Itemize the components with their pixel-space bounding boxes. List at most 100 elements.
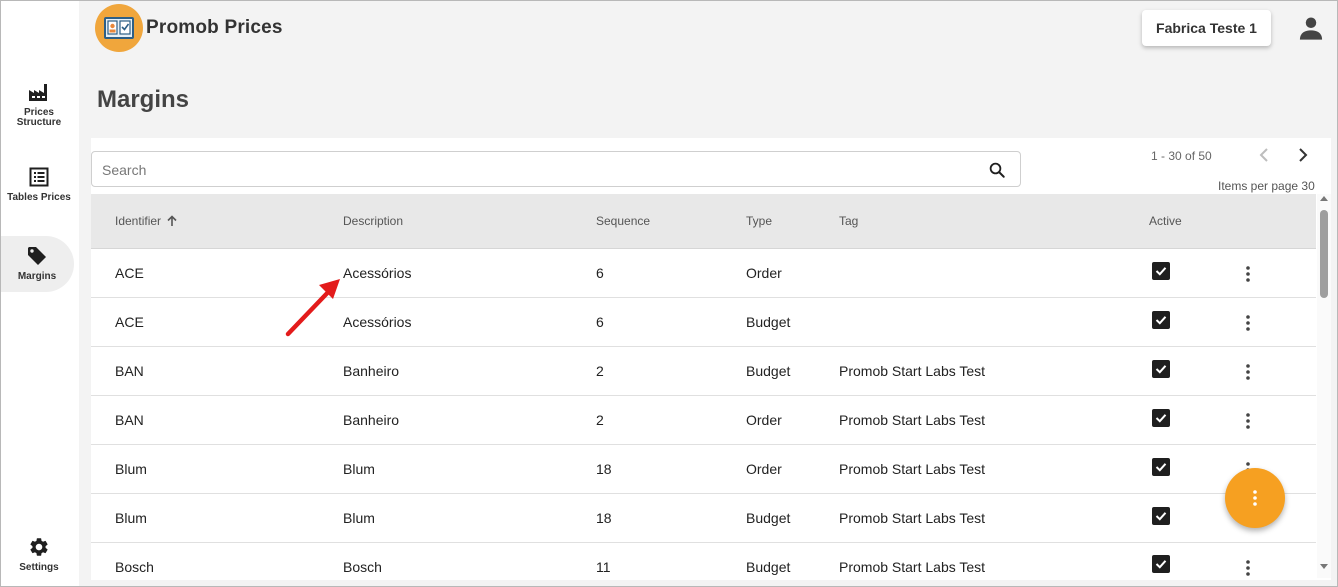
- sidebar-label-line2: Structure: [16, 117, 62, 128]
- previous-page-button[interactable]: [1253, 144, 1275, 166]
- items-per-page[interactable]: Items per page 30: [1218, 179, 1315, 193]
- active-checkbox[interactable]: [1152, 360, 1170, 378]
- cell-tag: Promob Start Labs Test: [839, 559, 986, 575]
- row-menu-button[interactable]: [1237, 410, 1259, 432]
- sidebar-item-prices-structure[interactable]: Prices Structure: [4, 80, 74, 128]
- sidebar: Prices Structure Tables Prices Margins S…: [0, 0, 79, 587]
- table-header: Identifier Description Sequence Type Tag…: [91, 194, 1316, 249]
- scrollbar-thumb[interactable]: [1320, 210, 1328, 298]
- sidebar-item-tables-prices[interactable]: Tables Prices: [4, 165, 74, 203]
- table-row[interactable]: BAN Banheiro 2 Budget Promob Start Labs …: [91, 347, 1316, 396]
- column-header-label: Identifier: [115, 214, 162, 228]
- cell-sequence: 11: [596, 559, 611, 575]
- cell-type: Order: [746, 461, 782, 477]
- cell-description: Bosch: [343, 559, 382, 575]
- more-vert-icon: [1253, 490, 1257, 506]
- cell-type: Budget: [746, 559, 791, 575]
- cell-identifier: Blum: [115, 461, 147, 477]
- column-header-identifier[interactable]: Identifier: [115, 214, 178, 228]
- sidebar-item-label: Tables Prices: [7, 192, 71, 203]
- more-vert-icon: [1246, 266, 1250, 282]
- cell-identifier: Blum: [115, 510, 147, 526]
- table-row[interactable]: BAN Banheiro 2 Order Promob Start Labs T…: [91, 396, 1316, 445]
- gear-icon: [27, 535, 51, 559]
- active-checkbox[interactable]: [1152, 409, 1170, 427]
- pagination-range: 1 - 30 of 50: [1151, 149, 1212, 163]
- items-per-page-label: Items per page: [1218, 179, 1299, 193]
- chevron-right-icon: [1299, 148, 1308, 162]
- active-checkbox[interactable]: [1152, 458, 1170, 476]
- active-checkbox[interactable]: [1152, 555, 1170, 573]
- cell-identifier: ACE: [115, 314, 144, 330]
- more-vert-icon: [1246, 364, 1250, 380]
- next-page-button[interactable]: [1292, 144, 1314, 166]
- active-checkbox[interactable]: [1152, 507, 1170, 525]
- list-icon: [27, 165, 51, 189]
- cell-tag: Promob Start Labs Test: [839, 363, 986, 379]
- cell-identifier: BAN: [115, 363, 144, 379]
- scroll-down-arrow-icon[interactable]: [1320, 564, 1328, 569]
- table-row[interactable]: Bosch Bosch 11 Budget Promob Start Labs …: [91, 543, 1316, 580]
- cell-type: Budget: [746, 510, 791, 526]
- sort-ascending-icon: [167, 215, 177, 226]
- cell-type: Order: [746, 412, 782, 428]
- app-logo: [95, 4, 143, 52]
- check-icon: [1155, 560, 1167, 569]
- column-header-active[interactable]: Active: [1149, 214, 1182, 228]
- cell-sequence: 18: [596, 461, 612, 477]
- items-per-page-value: 30: [1301, 179, 1315, 193]
- active-checkbox[interactable]: [1152, 311, 1170, 329]
- cell-tag: Promob Start Labs Test: [839, 510, 986, 526]
- search-input[interactable]: [102, 160, 972, 180]
- column-header-description[interactable]: Description: [343, 214, 403, 228]
- row-menu-button[interactable]: [1237, 312, 1259, 334]
- table-row[interactable]: Blum Blum 18 Order Promob Start Labs Tes…: [91, 445, 1316, 494]
- check-icon: [1155, 512, 1167, 521]
- table-row[interactable]: ACE Acessórios 6 Order: [91, 249, 1316, 298]
- row-menu-button[interactable]: [1237, 557, 1259, 579]
- cell-type: Budget: [746, 314, 791, 330]
- check-icon: [1155, 414, 1167, 423]
- sidebar-item-margins[interactable]: Margins: [0, 236, 74, 292]
- more-vert-icon: [1246, 413, 1250, 429]
- active-checkbox[interactable]: [1152, 262, 1170, 280]
- cell-identifier: ACE: [115, 265, 144, 281]
- table-row[interactable]: Blum Blum 18 Budget Promob Start Labs Te…: [91, 494, 1316, 543]
- check-icon: [1155, 267, 1167, 276]
- cell-description: Blum: [343, 510, 375, 526]
- check-icon: [1155, 365, 1167, 374]
- factory-selector-button[interactable]: Fabrica Teste 1: [1142, 10, 1271, 46]
- scroll-up-arrow-icon[interactable]: [1320, 196, 1328, 201]
- tag-icon: [25, 244, 49, 268]
- cell-description: Acessórios: [343, 265, 412, 281]
- table-row[interactable]: ACE Acessórios 6 Budget: [91, 298, 1316, 347]
- search-icon[interactable]: [988, 161, 1006, 184]
- cell-type: Budget: [746, 363, 791, 379]
- actions-fab-button[interactable]: [1225, 468, 1285, 528]
- app-header: Promob Prices Fabrica Teste 1: [79, 0, 1338, 62]
- cell-sequence: 2: [596, 412, 604, 428]
- cell-sequence: 18: [596, 510, 612, 526]
- column-header-type[interactable]: Type: [746, 214, 772, 228]
- cell-description: Banheiro: [343, 412, 400, 428]
- row-menu-button[interactable]: [1237, 361, 1259, 383]
- check-icon: [1155, 316, 1167, 325]
- cell-sequence: 6: [596, 265, 604, 281]
- cell-description: Blum: [343, 461, 375, 477]
- user-account-icon[interactable]: [1297, 14, 1325, 47]
- sidebar-item-label: Margins: [17, 271, 57, 282]
- cell-sequence: 6: [596, 314, 604, 330]
- chevron-left-icon: [1259, 148, 1268, 162]
- sidebar-item-label: Settings: [19, 562, 59, 573]
- row-menu-button[interactable]: [1237, 263, 1259, 285]
- column-header-sequence[interactable]: Sequence: [596, 214, 650, 228]
- more-vert-icon: [1246, 315, 1250, 331]
- page-title: Margins: [97, 86, 190, 113]
- annotation-arrow-icon: [285, 279, 340, 337]
- check-icon: [1155, 463, 1167, 472]
- column-header-tag[interactable]: Tag: [839, 214, 858, 228]
- more-vert-icon: [1246, 560, 1250, 576]
- sidebar-item-settings[interactable]: Settings: [4, 535, 74, 573]
- app-title: Promob Prices: [146, 17, 283, 38]
- search-box: [91, 151, 1021, 187]
